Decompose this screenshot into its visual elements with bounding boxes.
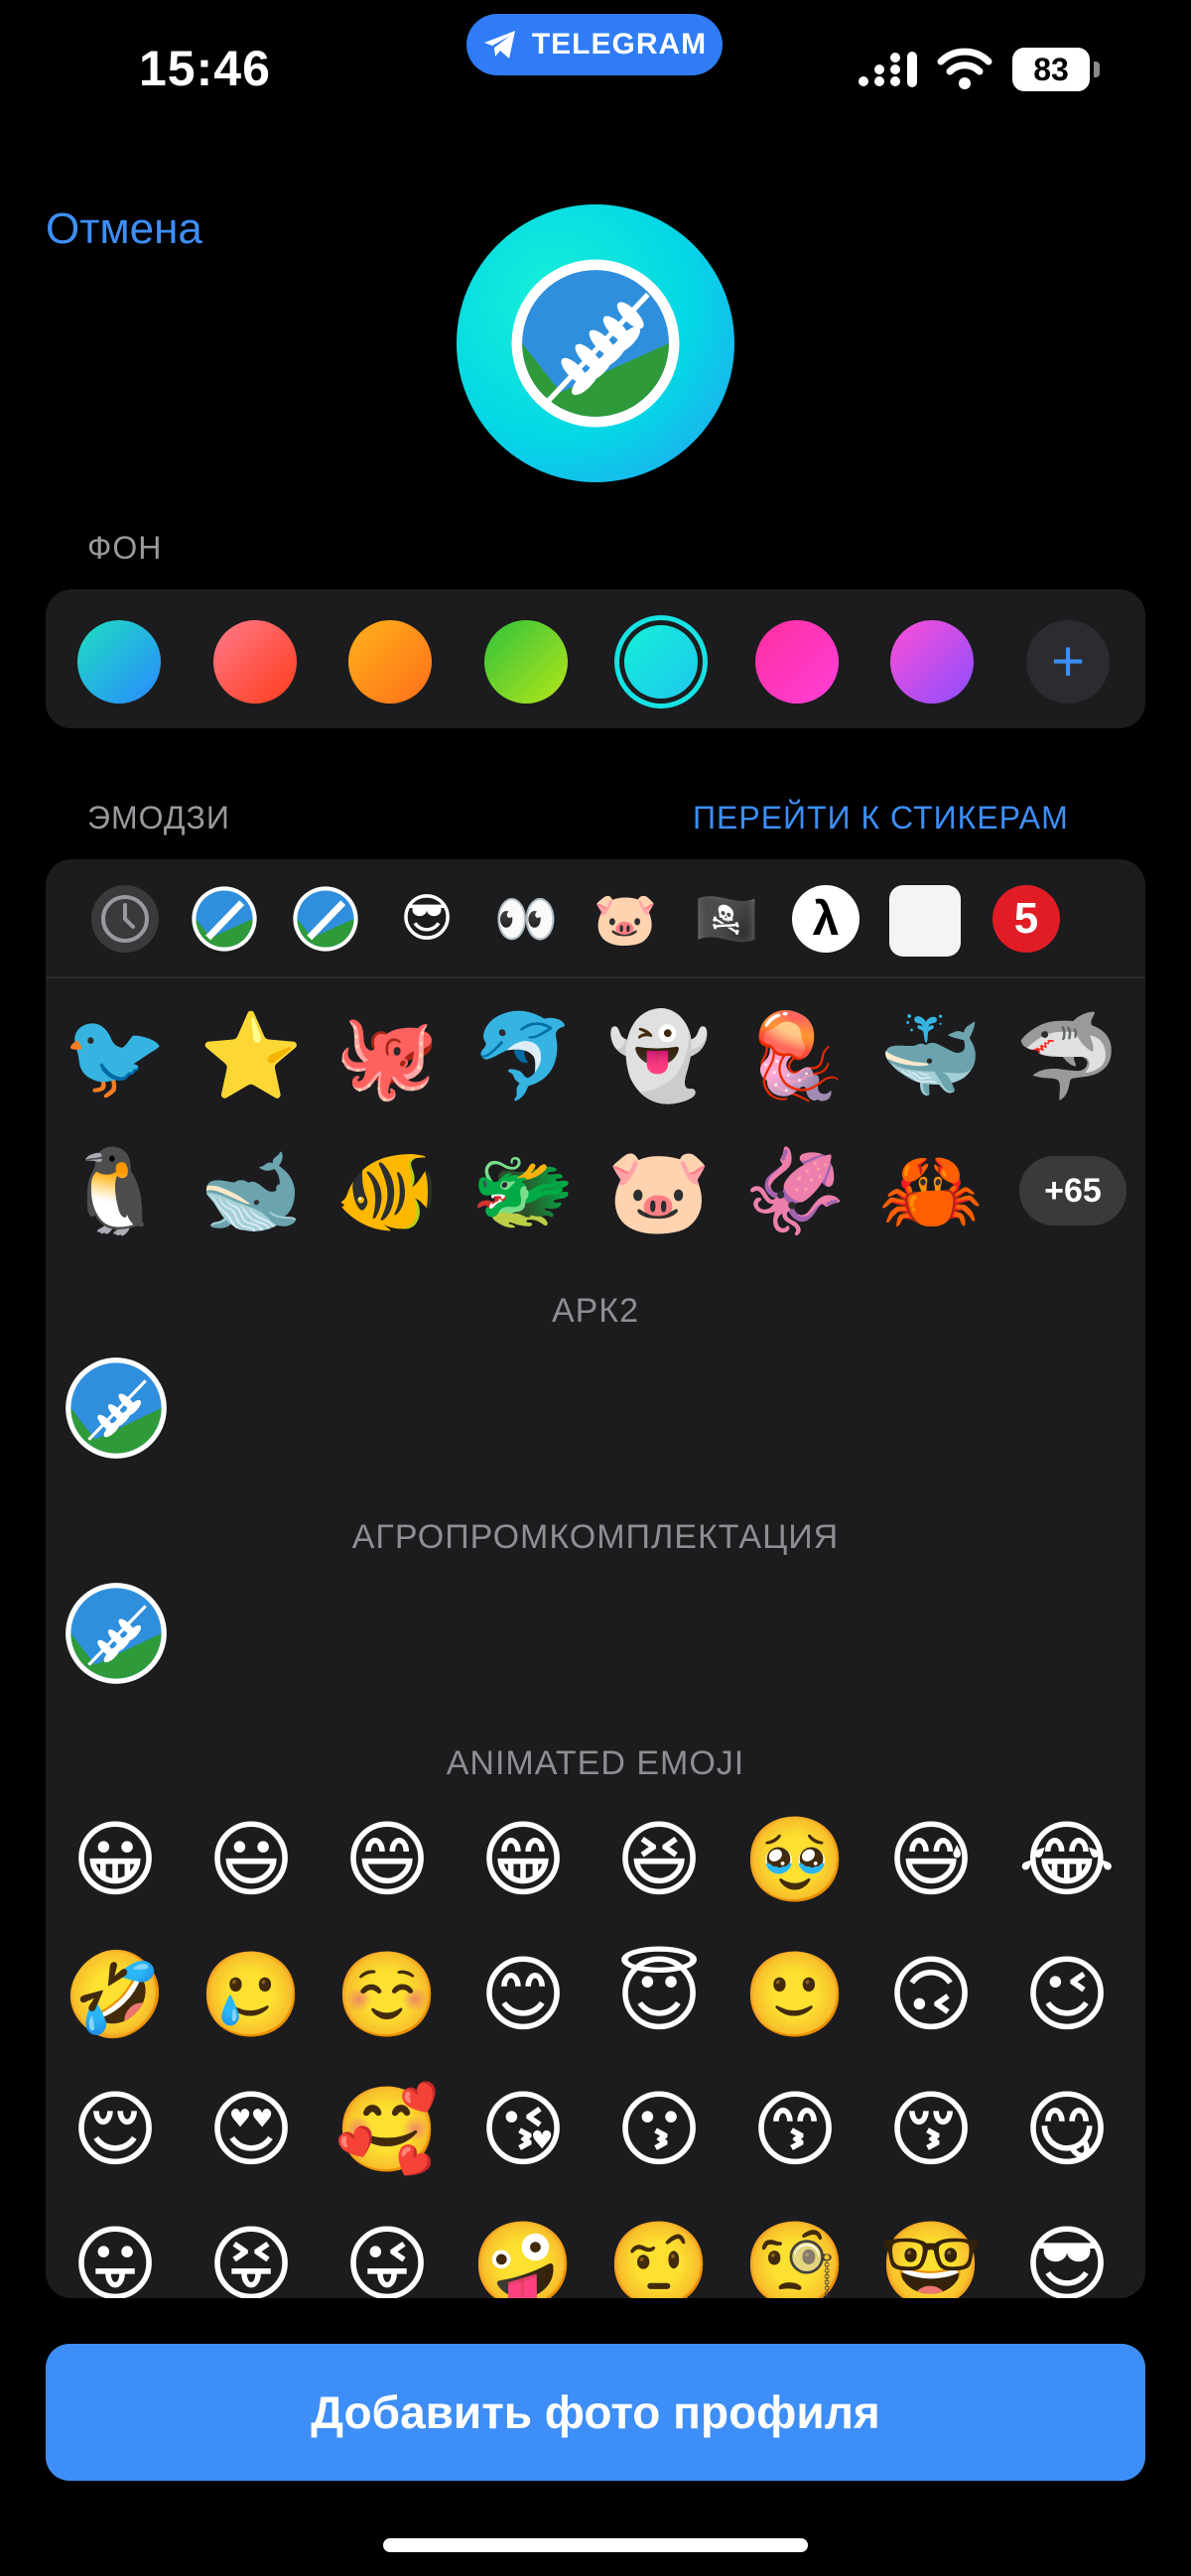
wheat-logo-icon: [293, 886, 358, 952]
emoji-cell[interactable]: 😉: [1007, 1935, 1126, 2054]
emoji-cell[interactable]: 😆: [599, 1800, 719, 1919]
emoji-cell[interactable]: 🥹: [735, 1800, 855, 1919]
emoji-cell[interactable]: 🤣: [56, 1935, 175, 2054]
color-swatch-green[interactable]: [484, 620, 568, 704]
go-to-stickers-link[interactable]: ПЕРЕЙТИ К СТИКЕРАМ: [693, 800, 1069, 837]
emoji-cell[interactable]: 😎: [1007, 2205, 1126, 2298]
emoji-cell[interactable]: 😍: [192, 2070, 311, 2189]
emoji-cell[interactable]: 🐋: [192, 1131, 311, 1250]
home-indicator: [383, 2538, 808, 2552]
group-title-agro: АГРОПРОМКОМПЛЕКТАЦИЯ: [351, 1518, 840, 1556]
emoji-section-label: ЭМОДЗИ: [87, 800, 230, 836]
emoji-cell[interactable]: 🤨: [599, 2205, 719, 2299]
emoji-cell[interactable]: ⭐: [192, 996, 311, 1115]
emoji-cell[interactable]: 😂: [1007, 1800, 1126, 1919]
emoji-cell[interactable]: 😜: [328, 2205, 447, 2298]
emoji-cell[interactable]: 😋: [1007, 2070, 1126, 2189]
emoji-cell[interactable]: 🦀: [871, 1131, 991, 1250]
emoji-cell[interactable]: 😄: [328, 1800, 447, 1919]
clock-icon: [101, 895, 149, 943]
background-section-label: ФОН: [87, 530, 163, 566]
emoji-cell[interactable]: 🙃: [871, 1935, 991, 2054]
emoji-cell[interactable]: 🐙: [328, 996, 447, 1115]
battery-cap: [1094, 62, 1100, 77]
emoji-cell[interactable]: 😃: [192, 1800, 311, 1919]
emoji-cell[interactable]: 🤪: [463, 2205, 583, 2299]
emoji-cell[interactable]: 🐦: [56, 996, 175, 1115]
plus-icon: +: [1051, 629, 1085, 694]
wheat-logo-icon: [511, 259, 680, 428]
more-emoji-button[interactable]: +65: [1019, 1156, 1126, 1225]
emoji-pack-tabs: 😎 👀 🐷 🏴‍☠️ λ 5: [46, 859, 1145, 978]
battery-indicator: 83: [1012, 48, 1090, 91]
color-swatch-cyan-selected[interactable]: [624, 625, 698, 699]
add-profile-photo-button[interactable]: Добавить фото профиля: [46, 2344, 1145, 2481]
add-color-button[interactable]: +: [1026, 620, 1110, 704]
group-title-apk2: АРК2: [551, 1292, 640, 1330]
tab-apk2[interactable]: [191, 885, 258, 953]
color-swatch-orange[interactable]: [348, 620, 432, 704]
emoji-cell[interactable]: 😗: [599, 2070, 719, 2189]
color-swatch-magenta[interactable]: [755, 620, 839, 704]
emoji-panel: 😎 👀 🐷 🏴‍☠️ λ 5 🐦 ⭐ 🐙 🐬 👻 🪼 🐳 🦈 🐧 🐋 🐠 🐲 🐷…: [46, 859, 1145, 2298]
avatar-preview: [457, 204, 734, 482]
status-time: 15:46: [139, 41, 271, 96]
emoji-cell[interactable]: 🦑: [735, 1131, 855, 1250]
color-swatch-pink-red[interactable]: [213, 620, 297, 704]
emoji-cell[interactable]: 🥲: [192, 1935, 311, 2054]
emoji-cell[interactable]: 😁: [463, 1800, 583, 1919]
emoji-cell[interactable]: 🥰: [328, 2070, 447, 2189]
emoji-cell[interactable]: 🤓: [871, 2205, 991, 2299]
emoji-cell[interactable]: 😅: [871, 1800, 991, 1919]
tab-white[interactable]: [889, 885, 961, 957]
emoji-cell[interactable]: 😘: [463, 2070, 583, 2189]
emoji-cell[interactable]: 😀: [56, 1800, 175, 1919]
tab-eyes[interactable]: 👀: [492, 885, 560, 953]
wheat-logo-icon[interactable]: [64, 1355, 169, 1461]
tab-lambda[interactable]: λ: [792, 885, 860, 953]
wifi-icon: [937, 48, 992, 89]
emoji-cell[interactable]: 🐬: [463, 996, 583, 1115]
emoji-cell[interactable]: 🐳: [871, 996, 991, 1115]
emoji-cell[interactable]: 🐠: [328, 1131, 447, 1250]
emoji-cell[interactable]: 🐧: [56, 1131, 175, 1250]
wheat-logo-icon: [192, 886, 257, 952]
emoji-cell[interactable]: ☺️: [328, 1935, 447, 2054]
cancel-button[interactable]: Отмена: [46, 204, 202, 254]
emoji-cell[interactable]: 😝: [192, 2205, 311, 2298]
cellular-signal-icon: [859, 52, 917, 87]
emoji-cell[interactable]: 🪼: [735, 996, 855, 1115]
emoji-cell[interactable]: 🧐: [735, 2205, 855, 2299]
emoji-cell[interactable]: 🐷: [599, 1131, 719, 1250]
wheat-logo-icon[interactable]: [64, 1581, 169, 1686]
color-swatch-violet[interactable]: [890, 620, 974, 704]
emoji-cell[interactable]: 😚: [871, 2070, 991, 2189]
tab-five[interactable]: 5: [992, 885, 1060, 953]
tab-recent[interactable]: [91, 885, 159, 953]
emoji-cell[interactable]: 👻: [599, 996, 719, 1115]
telegram-icon: [483, 31, 515, 59]
emoji-cell[interactable]: 😌: [56, 2070, 175, 2189]
tab-agro[interactable]: [292, 885, 359, 953]
emoji-cell[interactable]: 😛: [56, 2205, 175, 2298]
emoji-cell[interactable]: 🐲: [463, 1131, 583, 1250]
telegram-pill[interactable]: TELEGRAM: [466, 14, 723, 75]
status-bar: 15:46 TELEGRAM 83: [0, 0, 1191, 139]
tab-cool[interactable]: 😎: [393, 885, 461, 953]
emoji-cell[interactable]: 😇: [599, 1935, 719, 2054]
emoji-cell[interactable]: 🙂: [735, 1935, 855, 2054]
emoji-cell[interactable]: 🦈: [1007, 996, 1126, 1115]
tab-pirate[interactable]: 🏴‍☠️: [693, 885, 760, 953]
group-title-animated-emoji: ANIMATED EMOJI: [446, 1744, 745, 1782]
telegram-pill-label: TELEGRAM: [531, 28, 708, 61]
color-swatch-teal-blue[interactable]: [77, 620, 161, 704]
tab-pig[interactable]: 🐷: [592, 885, 659, 953]
emoji-cell[interactable]: 😊: [463, 1935, 583, 2054]
background-color-picker: +: [46, 589, 1145, 728]
emoji-cell[interactable]: 😙: [735, 2070, 855, 2189]
